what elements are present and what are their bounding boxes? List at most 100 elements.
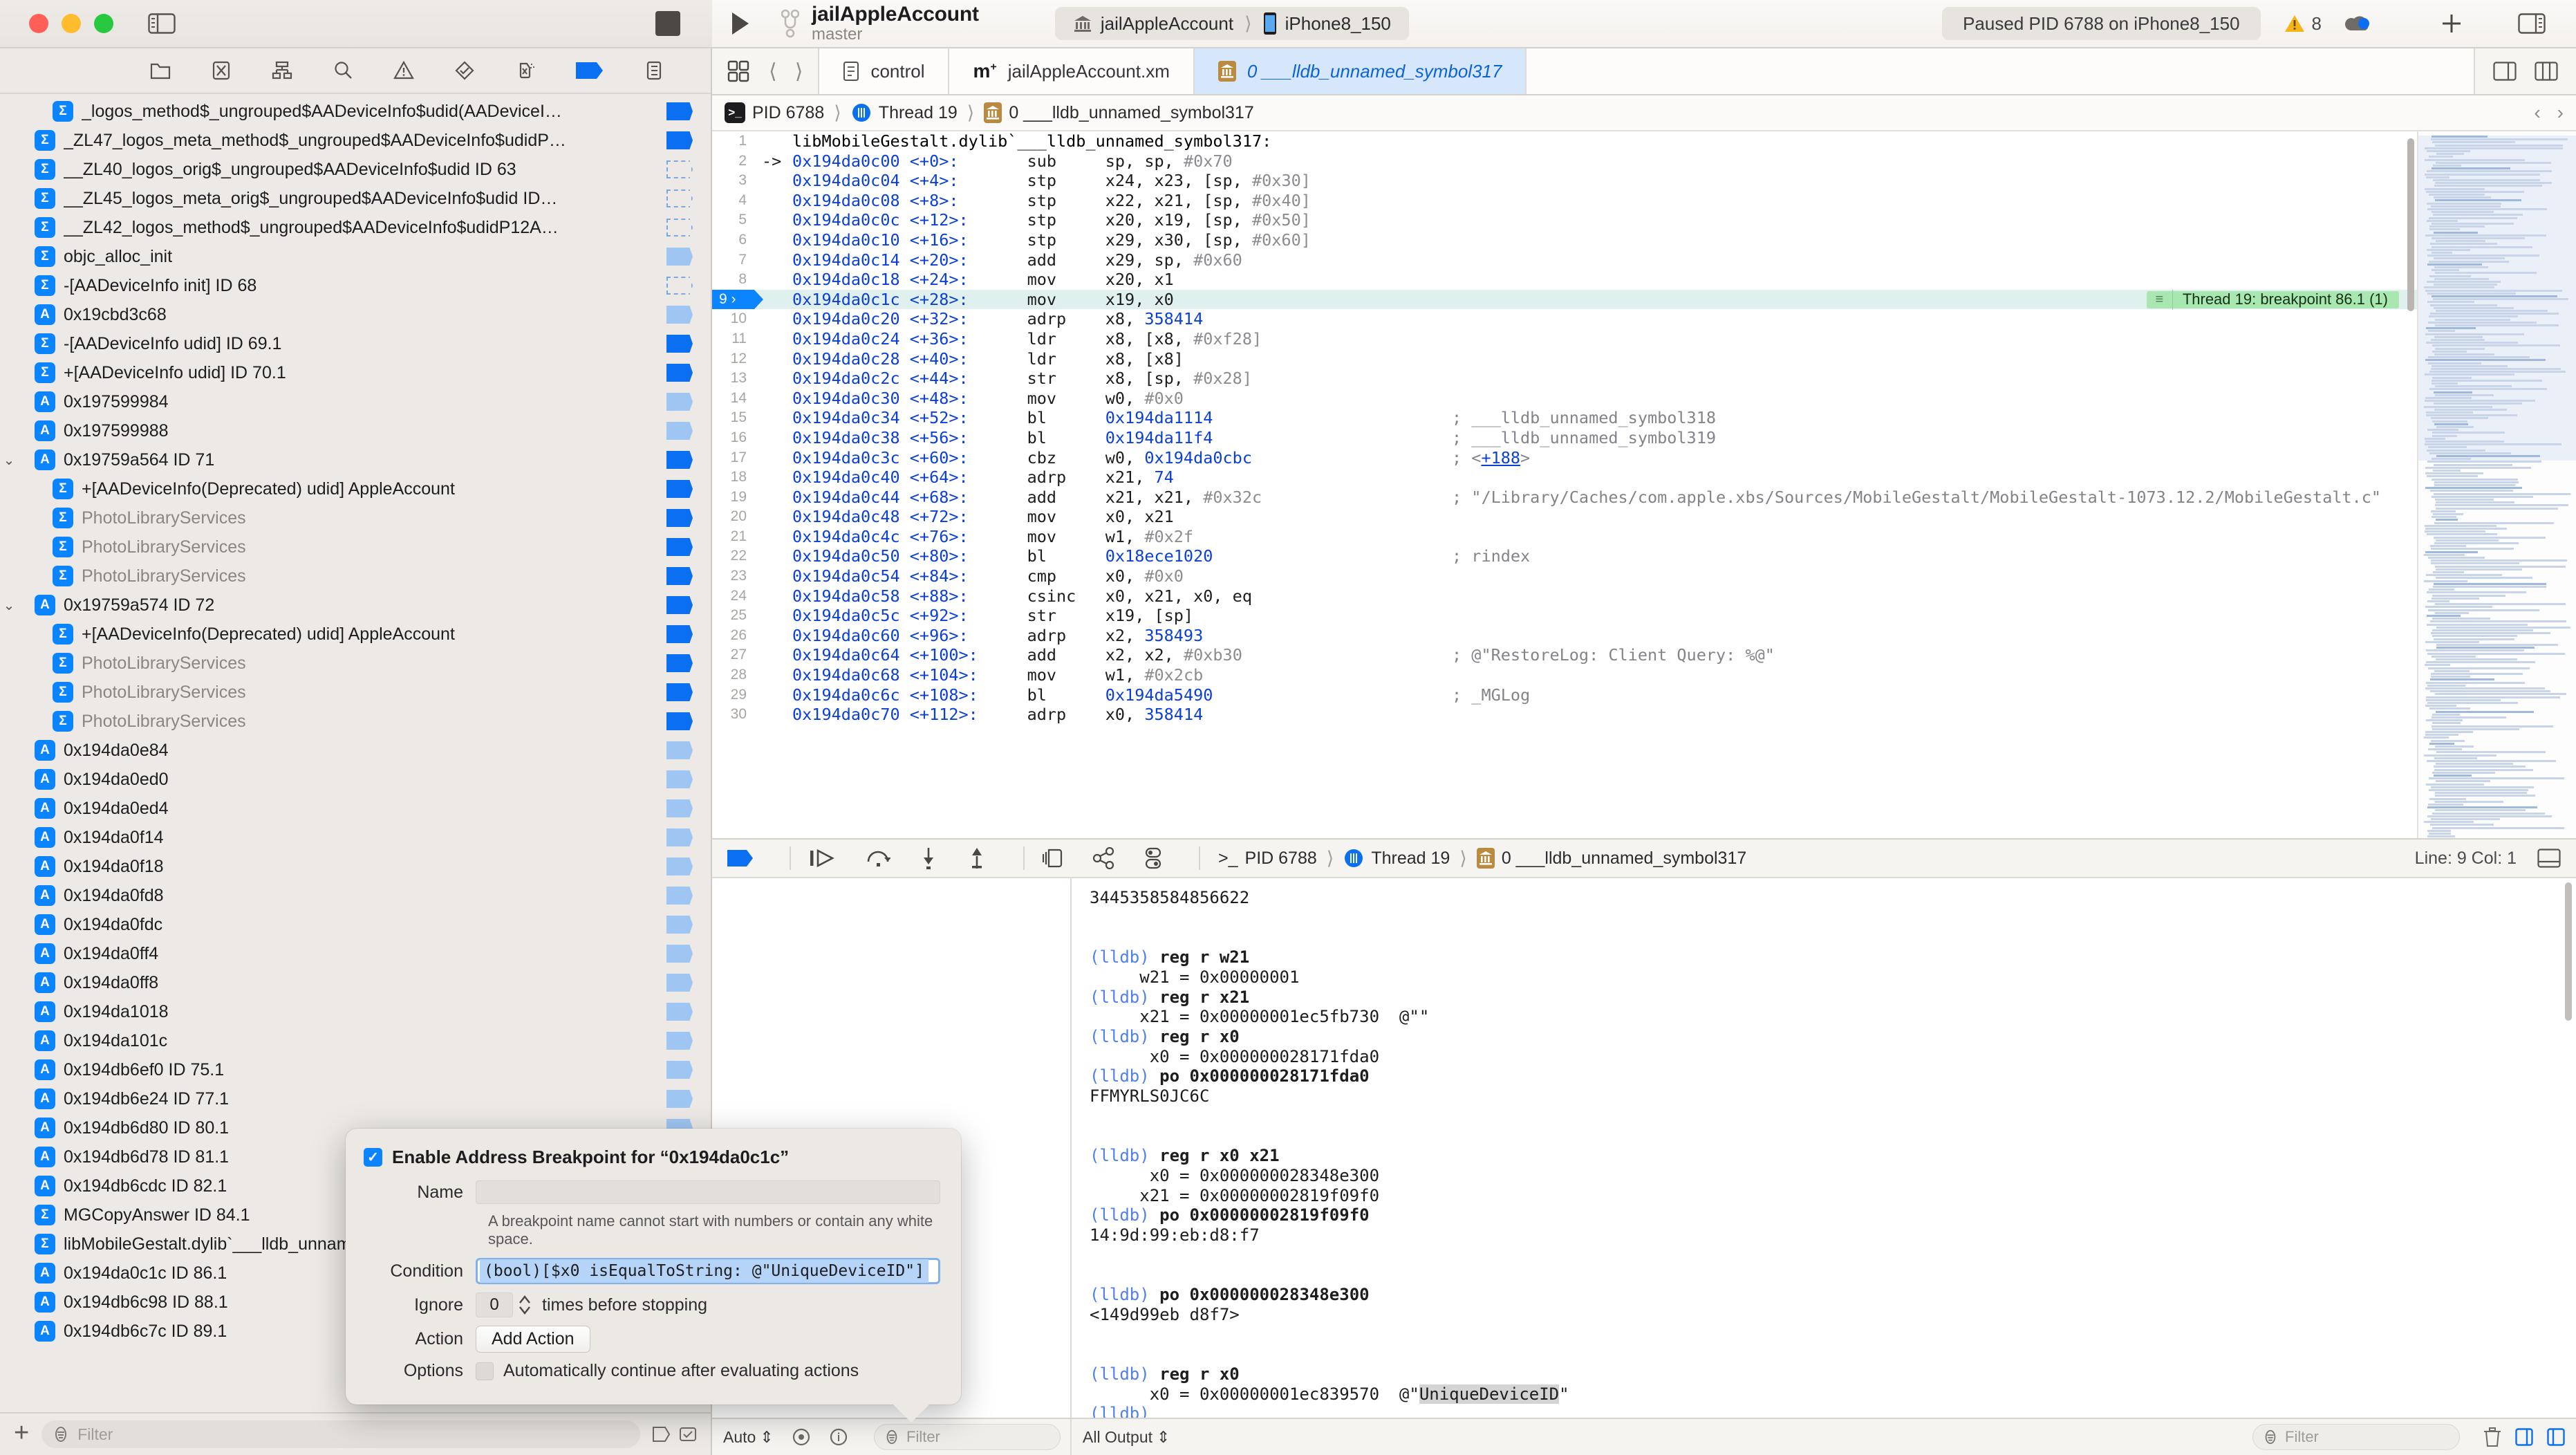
scheme-block[interactable]: jailAppleAccount master: [781, 3, 979, 44]
breakpoint-enable-flag[interactable]: [666, 887, 693, 905]
breakpoint-row[interactable]: A 0x194db6e24 ID 77.1: [0, 1084, 711, 1113]
breakpoint-enable-flag[interactable]: [666, 1090, 693, 1108]
breakpoint-row[interactable]: Σ PhotoLibraryServices: [0, 532, 711, 562]
breakpoint-enable-flag[interactable]: [666, 160, 693, 178]
breakpoint-row[interactable]: Σ +[AADeviceInfo(Deprecated) udid] AppleA…: [0, 620, 711, 649]
continue-button[interactable]: [809, 848, 838, 869]
jumpbar-frame[interactable]: 0 ___lldb_unnamed_symbol317: [1009, 103, 1253, 123]
breakpoint-enable-flag[interactable]: [666, 480, 693, 498]
report-navigator-icon[interactable]: [644, 60, 664, 81]
debugbar-thread[interactable]: Thread 19: [1371, 849, 1450, 869]
auto-continue-checkbox[interactable]: [476, 1362, 494, 1380]
branch-target[interactable]: 0x194da1114: [1105, 408, 1213, 427]
assembly-line[interactable]: 20 0x194da0c48 <+72>: mov x0, x21: [712, 507, 2417, 527]
breakpoint-enable-flag[interactable]: [666, 1061, 693, 1079]
breakpoint-row[interactable]: Σ __ZL40_logos_orig$_ungrouped$AADeviceIn…: [0, 155, 711, 184]
ignore-stepper[interactable]: [517, 1293, 532, 1317]
breakpoint-row[interactable]: Σ __ZL42_logos_method$_ungrouped$AADevice…: [0, 213, 711, 242]
assembly-line[interactable]: 10 0x194da0c20 <+32>: adrp x8, 358414: [712, 309, 2417, 329]
source-control-navigator-icon[interactable]: [211, 60, 232, 81]
breakpoint-enable-flag[interactable]: [666, 858, 693, 875]
show-tabs-icon[interactable]: [727, 60, 749, 82]
breakpoint-enable-flag[interactable]: [666, 974, 693, 992]
add-action-button[interactable]: Add Action: [476, 1326, 590, 1353]
branch-target[interactable]: 358414: [1144, 309, 1203, 328]
tab-jailappleaccount-xm[interactable]: m+ jailAppleAccount.xm: [949, 48, 1195, 94]
assembly-line[interactable]: 5 0x194da0c0c <+12>: stp x20, x19, [sp, #…: [712, 210, 2417, 230]
breakpoint-enable-flag[interactable]: [666, 654, 693, 672]
breakpoint-row[interactable]: Σ __ZL45_logos_meta_orig$_ungrouped$AADev…: [0, 184, 711, 213]
variables-watch-icon[interactable]: [792, 1427, 811, 1447]
maximize-window-button[interactable]: [94, 14, 113, 33]
branch-target[interactable]: 0x194da5490: [1105, 685, 1213, 705]
branch-target[interactable]: 358493: [1144, 626, 1203, 645]
breakpoint-row[interactable]: A 0x194da0ed4: [0, 794, 711, 823]
assembly-line[interactable]: 18 0x194da0c40 <+64>: adrp x21, 74: [712, 467, 2417, 488]
toggle-inspector-icon[interactable]: [2518, 12, 2546, 35]
editor-options-icon[interactable]: [2493, 62, 2517, 81]
console-filter-field[interactable]: Filter: [2252, 1424, 2460, 1450]
breakpoint-enable-flag[interactable]: [666, 364, 693, 382]
breakpoint-enable-flag[interactable]: [666, 277, 693, 295]
assembly-line[interactable]: 2 -> 0x194da0c00 <+0>: sub sp, sp, #0x70: [712, 151, 2417, 172]
breakpoint-row[interactable]: ⌄ A 0x19759a564 ID 71: [0, 445, 711, 474]
breakpoint-enable-flag[interactable]: [666, 306, 693, 324]
breakpoint-row[interactable]: Σ PhotoLibraryServices: [0, 707, 711, 736]
assembly-line[interactable]: 23 0x194da0c54 <+84>: cmp x0, #0x0: [712, 566, 2417, 586]
condition-field[interactable]: (bool)[$x0 isEqualToString: @"UniqueDevi…: [476, 1258, 940, 1284]
step-out-button[interactable]: [967, 846, 987, 870]
branch-target[interactable]: 0x194da11f4: [1105, 428, 1213, 447]
breakpoint-enable-flag[interactable]: [666, 335, 693, 353]
breakpoint-enable-flag[interactable]: [666, 567, 693, 585]
minimize-window-button[interactable]: [62, 14, 81, 33]
add-breakpoint-button[interactable]: +: [14, 1420, 29, 1449]
breakpoint-row[interactable]: A 0x194da0fdc: [0, 910, 711, 939]
breakpoint-enable-flag[interactable]: [666, 596, 693, 614]
breakpoint-enable-flag[interactable]: [666, 102, 693, 120]
breakpoint-marker[interactable]: 9 ›: [712, 289, 763, 310]
breakpoint-enable-flag[interactable]: [666, 799, 693, 817]
debug-environment-overrides-icon[interactable]: [1144, 847, 1163, 869]
editor-scrollbar[interactable]: [2407, 138, 2414, 311]
breakpoint-row[interactable]: A 0x19cbd3c68: [0, 300, 711, 329]
branch-target[interactable]: 0x18ece1020: [1105, 546, 1213, 566]
assembly-line[interactable]: 29 0x194da0c6c <+108>: bl 0x194da5490 ; _M…: [712, 685, 2417, 705]
breakpoint-enable-flag[interactable]: [666, 828, 693, 846]
breakpoint-row[interactable]: Σ -[AADeviceInfo udid] ID 69.1: [0, 329, 711, 358]
run-button[interactable]: [730, 11, 751, 36]
comment-link[interactable]: +188: [1481, 448, 1520, 467]
breakpoint-row[interactable]: Σ _logos_method$_ungrouped$AADeviceInfo$u…: [0, 97, 711, 126]
debug-view-hierarchy-icon[interactable]: [1043, 847, 1065, 869]
adjust-editor-icon[interactable]: [2535, 62, 2558, 81]
toggle-breakpoints-icon[interactable]: [727, 849, 754, 867]
branch-target[interactable]: 0x194da0cbc: [1144, 448, 1252, 467]
breakpoint-row[interactable]: A 0x194da1018: [0, 997, 711, 1026]
assembly-line[interactable]: 7 0x194da0c14 <+20>: add x29, sp, #0x60: [712, 250, 2417, 270]
breakpoint-enable-flag[interactable]: [666, 451, 693, 469]
variables-scope-selector[interactable]: Auto ⇕: [723, 1428, 774, 1447]
breakpoint-row[interactable]: Σ +[AADeviceInfo(Deprecated) udid] AppleA…: [0, 474, 711, 503]
issue-navigator-icon[interactable]: [393, 60, 414, 81]
show-only-enabled-breakpoints-icon[interactable]: [679, 1427, 697, 1442]
console-output-selector[interactable]: All Output ⇕: [1083, 1428, 1170, 1447]
assembly-line[interactable]: 30 0x194da0c70 <+112>: adrp x0, 358414: [712, 705, 2417, 725]
breakpoint-row[interactable]: A 0x194da0f14: [0, 823, 711, 852]
breakpoint-row[interactable]: A 0x194da0ff8: [0, 968, 711, 997]
chevron-down-icon[interactable]: ⌄: [0, 597, 18, 614]
clear-console-icon[interactable]: [2483, 1427, 2501, 1447]
add-editor-button[interactable]: [2439, 11, 2464, 36]
assembly-line[interactable]: 4 0x194da0c08 <+8>: stp x22, x21, [sp, #0…: [712, 191, 2417, 211]
test-navigator-icon[interactable]: [454, 60, 475, 81]
find-navigator-icon[interactable]: [333, 60, 353, 81]
assembly-line[interactable]: 27 0x194da0c64 <+100>: add x2, x2, #0xb30…: [712, 645, 2417, 665]
chevron-down-icon[interactable]: ⌄: [0, 452, 18, 469]
breakpoint-enable-flag[interactable]: [666, 712, 693, 730]
assembly-line[interactable]: 6 0x194da0c10 <+16>: stp x29, x30, [sp, #…: [712, 230, 2417, 250]
breakpoint-enable-flag[interactable]: [666, 1032, 693, 1050]
minimize-editor-icon[interactable]: ‹: [2534, 102, 2540, 124]
assembly-line[interactable]: 15 0x194da0c34 <+52>: bl 0x194da1114 ; ___…: [712, 408, 2417, 428]
breakpoint-hit-annotation[interactable]: ≡ Thread 19: breakpoint 86.1 (1): [2146, 289, 2399, 310]
variables-info-icon[interactable]: [829, 1427, 848, 1447]
window-traffic-lights[interactable]: [29, 14, 113, 33]
assembly-line[interactable]: 21 0x194da0c4c <+76>: mov w1, #0x2f: [712, 527, 2417, 547]
